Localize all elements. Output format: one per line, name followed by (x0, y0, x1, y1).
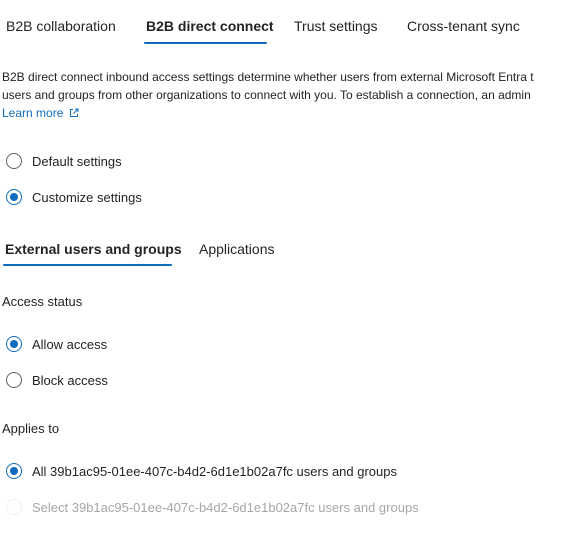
default-settings-label: Default settings (32, 153, 122, 169)
all-users-groups-radio[interactable] (6, 463, 22, 479)
inner-selected-tab-indicator (3, 264, 172, 266)
allow-access-radio[interactable] (6, 336, 22, 352)
applies-to-heading: Applies to (2, 421, 60, 436)
select-users-groups-radio (6, 499, 22, 515)
default-settings-option[interactable]: Default settings (6, 153, 122, 169)
description-line-1: B2B direct connect inbound access settin… (2, 70, 534, 84)
description: B2B direct connect inbound access settin… (2, 68, 573, 122)
customize-settings-label: Customize settings (32, 189, 142, 205)
select-users-groups-label: Select 39b1ac95-01ee-407c-b4d2-6d1e1b02a… (32, 499, 419, 515)
tab-applications[interactable]: Applications (199, 241, 275, 257)
tab-cross-tenant-sync[interactable]: Cross-tenant sync (407, 18, 520, 34)
tab-trust-settings[interactable]: Trust settings (294, 18, 378, 34)
allow-access-label: Allow access (32, 336, 108, 352)
tab-b2b-direct-connect[interactable]: B2B direct connect (146, 18, 274, 34)
block-access-label: Block access (32, 372, 108, 388)
customize-settings-radio[interactable] (6, 189, 22, 205)
access-status-heading: Access status (2, 294, 83, 309)
description-line-2: users and groups from other organization… (2, 88, 531, 102)
allow-access-option[interactable]: Allow access (6, 336, 107, 352)
external-link-icon (70, 108, 79, 117)
select-users-groups-option: Select 39b1ac95-01ee-407c-b4d2-6d1e1b02a… (6, 499, 419, 515)
tab-external-users-and-groups[interactable]: External users and groups (5, 241, 182, 257)
b2b-direct-connect-page: B2B collaboration B2B direct connect Tru… (0, 0, 573, 560)
block-access-radio[interactable] (6, 372, 22, 388)
top-tab-bar: B2B collaboration B2B direct connect Tru… (0, 0, 573, 46)
block-access-option[interactable]: Block access (6, 372, 108, 388)
learn-more-link[interactable]: Learn more (2, 104, 79, 122)
all-users-groups-label: All 39b1ac95-01ee-407c-b4d2-6d1e1b02a7fc… (32, 463, 397, 479)
learn-more-label: Learn more (2, 106, 64, 120)
default-settings-radio[interactable] (6, 153, 22, 169)
all-users-groups-option[interactable]: All 39b1ac95-01ee-407c-b4d2-6d1e1b02a7fc… (6, 463, 397, 479)
tab-b2b-collaboration[interactable]: B2B collaboration (6, 18, 116, 34)
customize-settings-option[interactable]: Customize settings (6, 189, 142, 205)
selected-tab-indicator (144, 42, 267, 44)
